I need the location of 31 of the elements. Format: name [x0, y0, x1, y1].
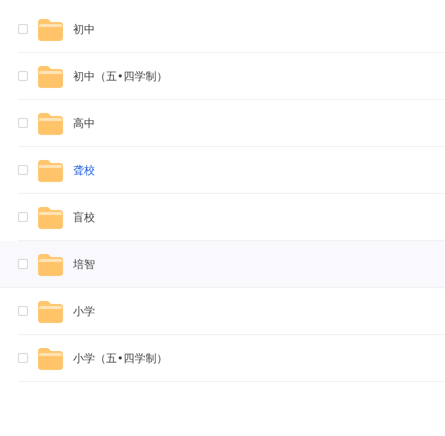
folder-name[interactable]: 小学 — [73, 304, 95, 318]
folder-icon — [38, 18, 63, 40]
folder-icon — [38, 300, 63, 322]
folder-name[interactable]: 初中（五•四学制） — [73, 68, 168, 84]
folder-name[interactable]: 高中 — [73, 116, 95, 130]
folder-name[interactable]: 盲校 — [73, 210, 95, 224]
checkbox[interactable] — [18, 306, 28, 316]
folder-name[interactable]: 聋校 — [73, 162, 95, 178]
folder-icon — [38, 346, 63, 370]
folder-name[interactable]: 培智 — [73, 256, 95, 272]
folder-row[interactable]: 聋校 — [18, 147, 445, 194]
checkbox[interactable] — [18, 24, 28, 34]
checkbox[interactable] — [18, 353, 28, 363]
folder-row[interactable]: 初中 — [18, 6, 445, 53]
folder-row[interactable]: 培智 — [0, 241, 445, 288]
folder-row[interactable]: 高中 — [18, 100, 445, 147]
folder-name[interactable]: 初中 — [73, 22, 95, 36]
folder-row[interactable]: 小学（五•四学制） — [18, 335, 445, 382]
folder-icon — [38, 252, 63, 276]
folder-row[interactable]: 初中（五•四学制） — [18, 53, 445, 100]
checkbox[interactable] — [18, 259, 28, 269]
folder-name[interactable]: 小学（五•四学制） — [73, 350, 168, 366]
checkbox[interactable] — [18, 212, 28, 222]
folder-row[interactable]: 小学 — [18, 288, 445, 335]
checkbox[interactable] — [18, 71, 28, 81]
folder-icon — [38, 158, 63, 182]
checkbox[interactable] — [18, 165, 28, 175]
checkbox[interactable] — [18, 118, 28, 128]
folder-icon — [38, 64, 63, 88]
folder-icon — [38, 206, 63, 228]
folder-icon — [38, 112, 63, 134]
